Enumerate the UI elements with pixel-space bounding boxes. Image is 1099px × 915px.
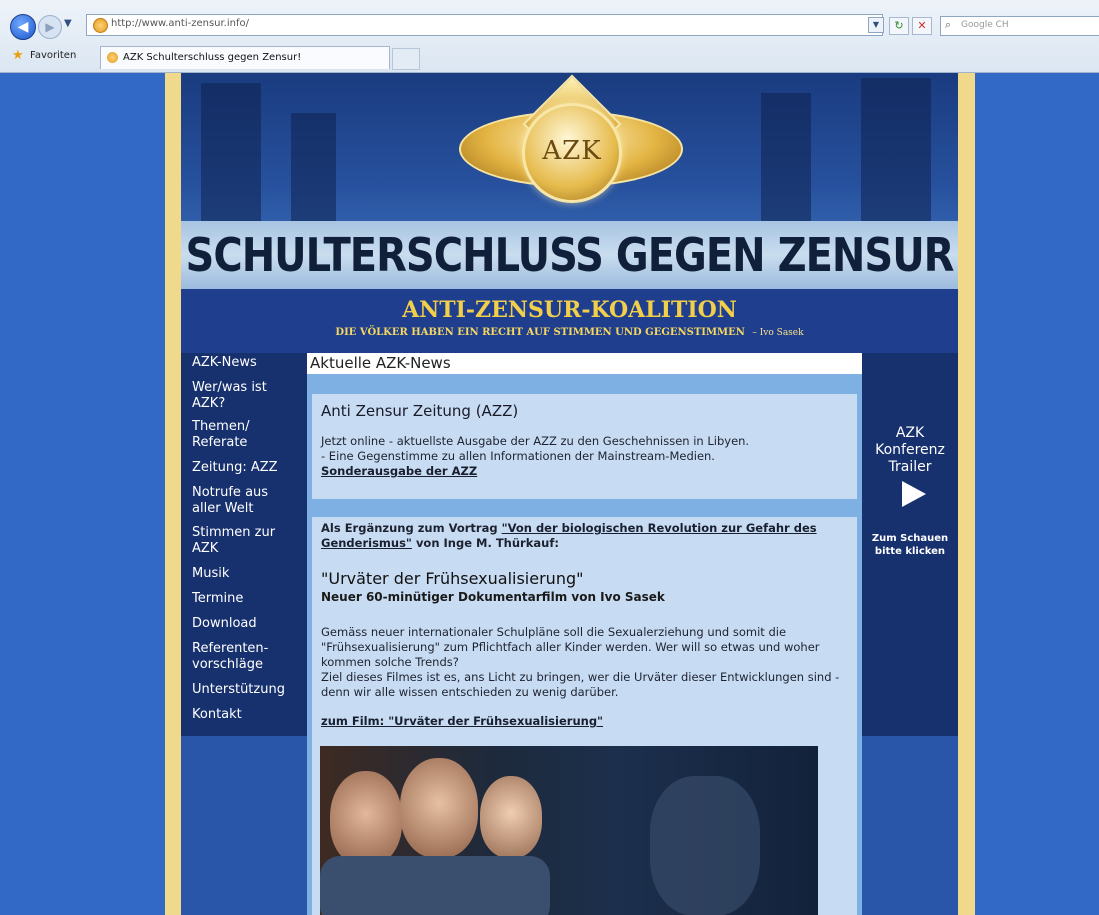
film-subtitle: Neuer 60-minütiger Dokumentarfilm von Iv… <box>321 590 665 604</box>
header-decoration <box>761 93 811 223</box>
film-link[interactable]: zum Film: "Urväter der Frühsexualisierun… <box>321 714 603 729</box>
nav-background-lower <box>181 736 307 915</box>
page-background-right <box>975 73 1099 915</box>
tab-favicon-icon <box>107 52 118 63</box>
tab-title: AZK Schulterschluss gegen Zensur! <box>123 52 302 63</box>
nav-item-stimmen-zur-azk[interactable]: Stimmen zur AZK <box>181 525 291 557</box>
history-dropdown-icon[interactable]: ▼ <box>64 18 72 29</box>
site-favicon-icon <box>93 18 108 33</box>
nav-item-referentenvorschlaege[interactable]: Referenten-vorschläge <box>181 641 276 673</box>
nav-item-musik[interactable]: Musik <box>181 566 307 582</box>
right-panel-lower <box>862 736 958 915</box>
nav-item-notrufe[interactable]: Notrufe aus aller Welt <box>181 485 291 517</box>
film-still-image[interactable] <box>320 746 818 915</box>
page-frame-right <box>958 73 975 915</box>
forward-arrow-icon: ▶ <box>45 20 55 34</box>
slogan: DIE VÖLKER HABEN EIN RECHT AUF STIMMEN U… <box>181 327 958 338</box>
refresh-button[interactable]: ↻ <box>889 17 909 35</box>
nav-item-zeitung-azz[interactable]: Zeitung: AZZ <box>181 460 307 476</box>
nav-item-azk-news[interactable]: AZK-News <box>181 355 307 371</box>
search-box[interactable]: ⌕ Google CH <box>940 16 1099 36</box>
nav-item-themen-referate[interactable]: Themen/ Referate <box>181 419 266 451</box>
site-header: AZK SCHULTERSCHLUSS GEGEN ZENSUR ANTI-ZE… <box>181 73 958 353</box>
trailer-panel[interactable]: AZK Konferenz Trailer Zum Schauen bitte … <box>862 353 958 736</box>
stop-button[interactable]: ✕ <box>912 17 932 35</box>
nav-item-unterstuetzung[interactable]: Unterstützung <box>181 682 307 698</box>
child-face <box>330 771 402 866</box>
slogan-text: DIE VÖLKER HABEN EIN RECHT AUF STIMMEN U… <box>335 327 745 338</box>
nav-item-download[interactable]: Download <box>181 616 307 632</box>
address-dropdown-icon[interactable]: ▼ <box>868 17 884 33</box>
film-title: "Urväter der Frühsexualisierung" <box>321 569 584 588</box>
page-frame-left <box>165 73 181 915</box>
browser-tab-active[interactable]: AZK Schulterschluss gegen Zensur! <box>100 46 390 69</box>
forward-button[interactable]: ▶ <box>38 15 62 39</box>
nav-item-termine[interactable]: Termine <box>181 591 307 607</box>
article-paragraph-2: Ziel dieses Filmes ist es, ans Licht zu … <box>321 670 840 699</box>
favorites-bar: ★ Favoriten AZK Schulterschluss gegen Ze… <box>0 44 1099 70</box>
azz-news-box: Anti Zensur Zeitung (AZZ) Jetzt online -… <box>312 394 857 499</box>
child-face <box>400 758 478 858</box>
child-face <box>480 776 542 858</box>
shadow-figure <box>650 776 760 915</box>
address-bar[interactable]: http://www.anti-zensur.info/ <box>86 14 883 36</box>
header-decoration <box>291 113 336 223</box>
azz-title: Anti Zensur Zeitung (AZZ) <box>321 402 519 420</box>
new-tab-button[interactable] <box>392 48 420 70</box>
azz-line-2: - Eine Gegenstimme zu allen Informatione… <box>321 449 715 463</box>
site-title: SCHULTERSCHLUSS GEGEN ZENSUR <box>185 229 955 283</box>
favorites-button[interactable]: Favoriten <box>30 50 76 61</box>
logo-text: AZK <box>542 136 602 166</box>
azz-line-1: Jetzt online - aktuellste Ausgabe der AZ… <box>321 434 750 448</box>
content-title-text: Aktuelle AZK-News <box>310 354 451 372</box>
search-placeholder: Google CH <box>961 20 1009 30</box>
back-arrow-icon: ◀ <box>17 19 29 35</box>
address-text[interactable]: http://www.anti-zensur.info/ <box>111 18 249 29</box>
play-icon[interactable] <box>902 481 926 507</box>
article-intro: Als Ergänzung zum Vortrag "Von der biolo… <box>321 521 856 551</box>
azk-logo[interactable]: AZK <box>459 74 683 211</box>
article-paragraph-1: Gemäss neuer internationaler Schulpläne … <box>321 625 820 669</box>
main-navigation: AZK-News Wer/was ist AZK? Themen/ Refera… <box>181 353 307 736</box>
header-decoration <box>861 78 931 223</box>
trailer-note: Zum Schauen bitte klicken <box>871 533 949 557</box>
search-icon: ⌕ <box>945 18 952 31</box>
favorites-star-icon[interactable]: ★ <box>12 48 24 63</box>
back-button[interactable]: ◀ <box>10 14 36 40</box>
content-title: Aktuelle AZK-News <box>307 353 862 374</box>
azz-special-edition-link[interactable]: Sonderausgabe der AZZ <box>321 464 477 479</box>
navigation-bar: ◀ ▶ ▼ http://www.anti-zensur.info/ ▼ ↻ ✕… <box>0 6 1099 40</box>
page-background-left <box>0 73 165 915</box>
slogan-author: – Ivo Sasek <box>752 328 804 338</box>
trailer-label[interactable]: AZK Konferenz Trailer <box>862 425 958 476</box>
intro-suffix: von Inge M. Thürkauf: <box>415 536 559 550</box>
nav-item-wer-was-ist-azk[interactable]: Wer/was ist AZK? <box>181 380 286 412</box>
children-shirts <box>320 856 550 915</box>
nav-item-kontakt[interactable]: Kontakt <box>181 707 307 723</box>
header-decoration <box>201 83 261 223</box>
intro-prefix: Als Ergänzung zum Vortrag <box>321 521 498 535</box>
browser-chrome: ◀ ▶ ▼ http://www.anti-zensur.info/ ▼ ↻ ✕… <box>0 0 1099 73</box>
koalition-title: ANTI-ZENSUR-KOALITION <box>402 297 737 323</box>
main-content: Aktuelle AZK-News Anti Zensur Zeitung (A… <box>307 353 862 915</box>
